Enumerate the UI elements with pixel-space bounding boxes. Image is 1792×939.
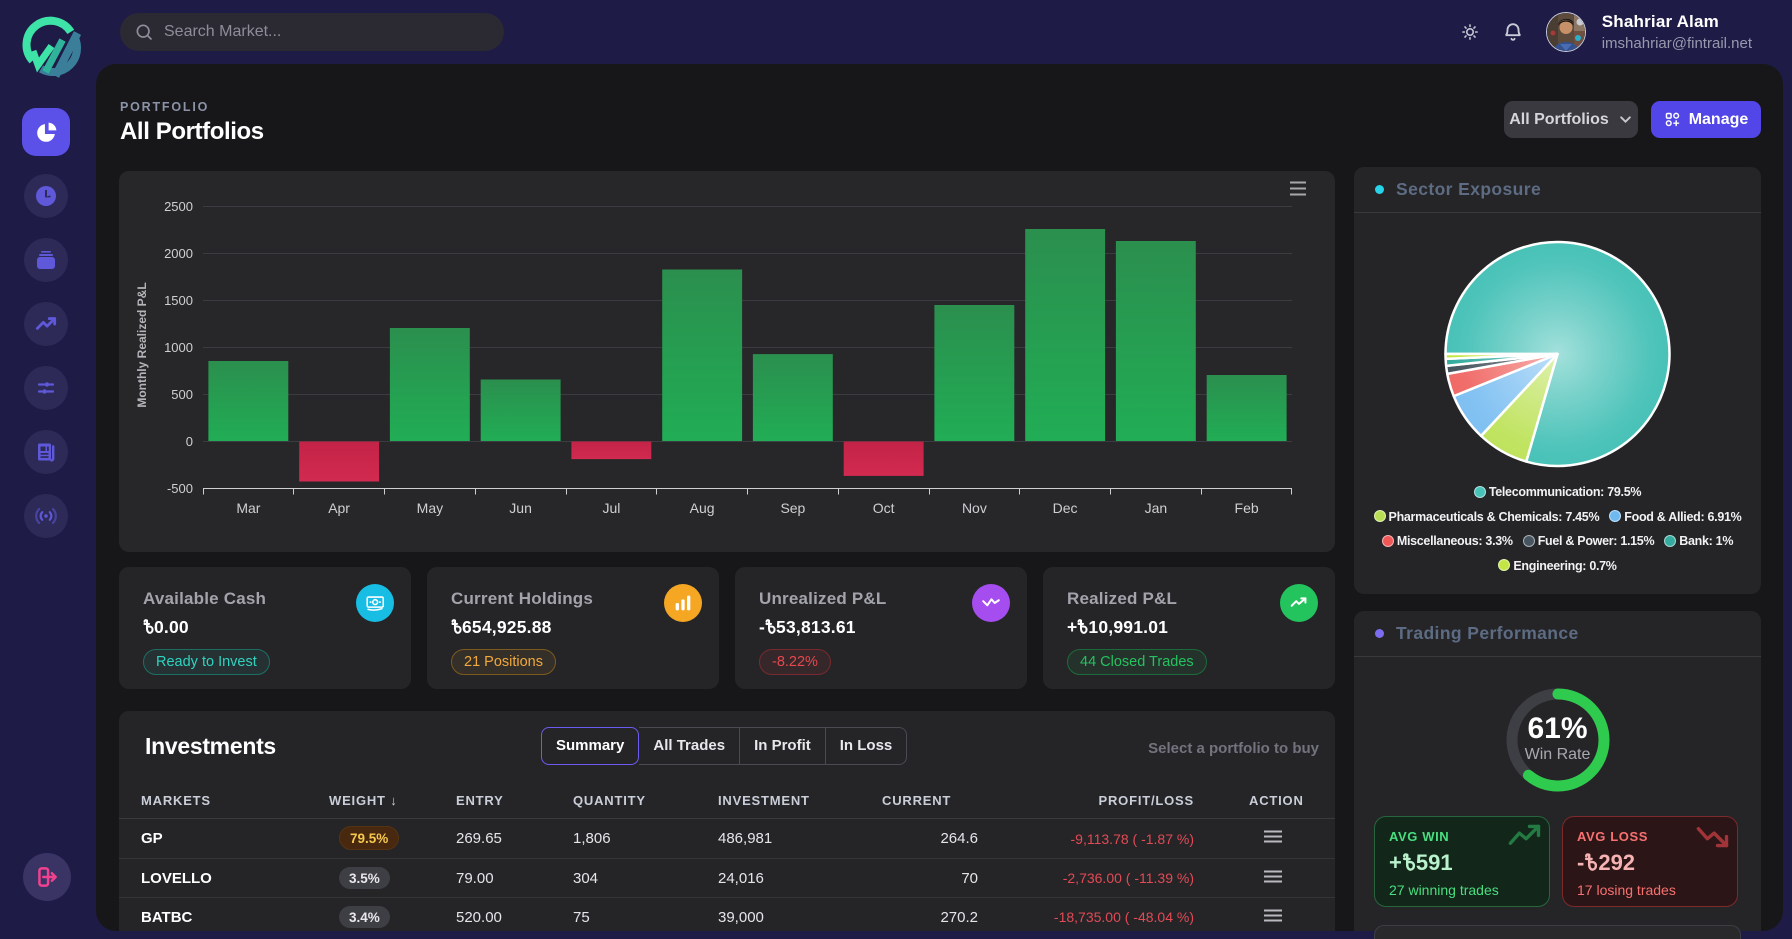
svg-text:Jul: Jul [602, 500, 620, 516]
svg-text:Nov: Nov [962, 500, 987, 516]
svg-text:500: 500 [171, 387, 193, 402]
svg-text:Jun: Jun [509, 500, 532, 516]
svg-text:1500: 1500 [164, 293, 193, 308]
svg-text:2000: 2000 [164, 246, 193, 261]
svg-text:Dec: Dec [1053, 500, 1078, 516]
svg-text:-500: -500 [167, 481, 193, 496]
svg-text:May: May [417, 500, 443, 516]
svg-text:Sep: Sep [780, 500, 805, 516]
svg-text:Jan: Jan [1145, 500, 1168, 516]
svg-text:1000: 1000 [164, 340, 193, 355]
svg-text:Feb: Feb [1235, 500, 1259, 516]
svg-text:Monthly Realized P&L: Monthly Realized P&L [135, 282, 149, 407]
svg-text:Mar: Mar [236, 500, 260, 516]
svg-text:Aug: Aug [690, 500, 715, 516]
svg-text:Apr: Apr [328, 500, 350, 516]
svg-text:2500: 2500 [164, 199, 193, 214]
svg-text:Oct: Oct [873, 500, 895, 516]
svg-text:0: 0 [186, 434, 193, 449]
